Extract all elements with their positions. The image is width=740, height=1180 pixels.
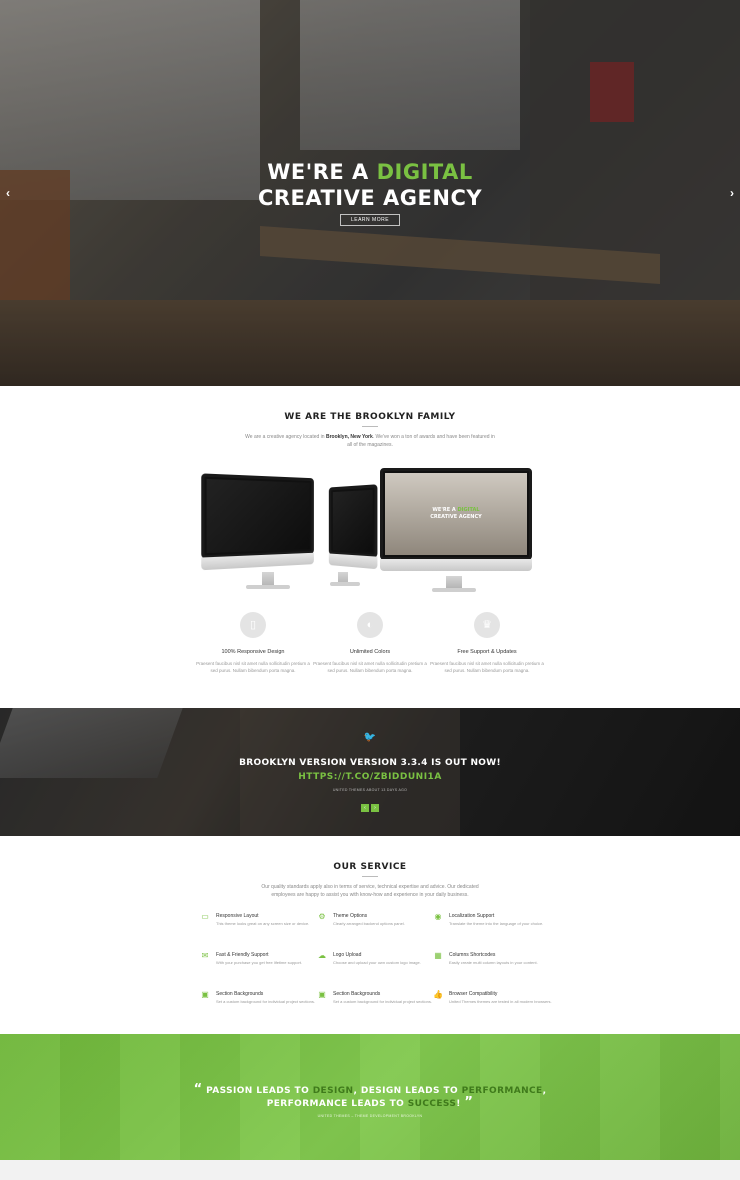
monitor-screen bbox=[332, 489, 373, 553]
quote-section: “ PASSION LEADS TO DESIGN, DESIGN LEADS … bbox=[0, 1034, 740, 1160]
tweet-link[interactable]: HTTPS://T.CO/ZBIDDUNI1A bbox=[0, 772, 740, 782]
chat-icon: ✉ bbox=[201, 951, 209, 960]
monitor-chin bbox=[328, 553, 378, 570]
service-title: OUR SERVICE bbox=[333, 862, 407, 872]
service-item-desc: Easily create multi column layouts in yo… bbox=[449, 960, 538, 965]
service-item-desc: United Themes themes are tested in all m… bbox=[449, 999, 552, 1004]
hero-title-accent: DIGITAL bbox=[376, 160, 473, 184]
twitter-section: 🐦 BROOKLYN VERSION VERSION 3.3.4 IS OUT … bbox=[0, 708, 740, 836]
monitor-left bbox=[201, 473, 314, 571]
page: WE'RE A DIGITAL CREATIVE AGENCY LEARN MO… bbox=[0, 0, 740, 1180]
globe-icon: ◉ bbox=[434, 912, 442, 921]
chevron-right-icon[interactable]: › bbox=[730, 186, 734, 200]
cloud-upload-icon: ☁ bbox=[318, 951, 326, 960]
monitor-chin bbox=[201, 552, 314, 571]
service-item-desc: Choose and upload your own custom logo i… bbox=[333, 960, 421, 965]
monitor-text-prefix: WE'RE A bbox=[432, 507, 456, 513]
footer-strip bbox=[0, 1160, 740, 1180]
service-item-desc: Set a custom background for individual p… bbox=[333, 999, 432, 1004]
monitor-text-accent: DIGITAL bbox=[457, 507, 480, 513]
quote-author: UNITED THEMES – THEME DEVELOPMENT BROOKL… bbox=[317, 1114, 423, 1118]
monitor-screen-title-line2: CREATIVE AGENCY bbox=[430, 514, 482, 520]
monitor-screen-title: WE'RE A DIGITAL bbox=[383, 507, 529, 513]
quote-close-mark: ” bbox=[464, 1095, 474, 1110]
feature-title: 100% Responsive Design bbox=[221, 649, 285, 655]
family-desc-pre: We are a creative agency located in bbox=[245, 434, 325, 440]
monitor-middle bbox=[328, 484, 378, 570]
image-icon: ▣ bbox=[201, 990, 209, 999]
service-item-title: Fast & Friendly Support bbox=[216, 952, 269, 958]
family-section: WE ARE THE BROOKLYN FAMILY We are a crea… bbox=[0, 386, 740, 708]
service-item-title: Responsive Layout bbox=[216, 913, 259, 919]
service-item-title: Logo Upload bbox=[333, 952, 362, 958]
monitor-stand-base bbox=[432, 588, 476, 592]
title-divider bbox=[362, 876, 378, 877]
color-drop-icon: ◐ bbox=[357, 612, 383, 638]
hero-title-line2: CREATIVE AGENCY bbox=[257, 186, 483, 210]
service-item-desc: Set a custom background for individual p… bbox=[216, 999, 315, 1004]
monitor-stand-base bbox=[246, 585, 290, 589]
family-description: We are a creative agency located in Broo… bbox=[245, 433, 495, 449]
service-item-title: Localization Support bbox=[449, 913, 495, 919]
title-divider bbox=[362, 426, 378, 427]
quote-highlight: SUCCESS bbox=[407, 1099, 457, 1109]
tweet-text: BROOKLYN VERSION VERSION 3.3.4 IS OUT NO… bbox=[239, 758, 501, 768]
gears-icon: ⚙ bbox=[318, 912, 326, 921]
feature-desc: Praesent faucibus nisl sit amet nulla so… bbox=[196, 661, 310, 673]
learn-more-button[interactable]: LEARN MORE bbox=[340, 214, 400, 226]
chevron-left-icon[interactable]: ‹ bbox=[6, 186, 10, 200]
tweet-meta: UNITED THEMES ABOUT 13 DAYS AGO bbox=[332, 788, 408, 792]
service-section: OUR SERVICE Our quality standards apply … bbox=[0, 836, 740, 1034]
service-item-title: Section Backgrounds bbox=[216, 991, 264, 997]
feature-title: Unlimited Colors bbox=[349, 649, 391, 655]
monitor-stand bbox=[446, 576, 462, 588]
quote-text: ! bbox=[456, 1099, 461, 1109]
tweet-next-button[interactable]: › bbox=[371, 804, 379, 812]
service-item-desc: This theme looks great on any screen siz… bbox=[216, 921, 310, 926]
service-item-title: Browser Compatibility bbox=[449, 991, 498, 997]
thumbs-up-icon: 👍 bbox=[433, 990, 443, 999]
feature-title: Free Support & Updates bbox=[457, 649, 517, 655]
grid-icon: ▦ bbox=[434, 951, 442, 960]
service-item-desc: Clearly arranged backend options panel. bbox=[333, 921, 405, 926]
hero-title-prefix: WE'RE A bbox=[267, 160, 369, 184]
image-icon: ▣ bbox=[318, 990, 326, 999]
family-desc-bold: Brooklyn, New York bbox=[325, 434, 373, 440]
tweet-prev-button[interactable]: ‹ bbox=[361, 804, 369, 812]
service-item-title: Theme Options bbox=[333, 913, 368, 919]
family-title: WE ARE THE BROOKLYN FAMILY bbox=[284, 412, 456, 422]
service-item-desc: With your purchase you get free lifetime… bbox=[216, 960, 303, 965]
monitor-screen bbox=[206, 478, 310, 554]
monitor-chin bbox=[380, 559, 532, 571]
feature-desc: Praesent faucibus nisl sit amet nulla so… bbox=[313, 661, 427, 673]
service-item-title: Section Backgrounds bbox=[333, 991, 381, 997]
quote-line2: PERFORMANCE LEADS TO SUCCESS! ” bbox=[0, 1095, 740, 1110]
monitor-stand-base bbox=[330, 582, 360, 586]
trophy-icon: ♛ bbox=[474, 612, 500, 638]
twitter-icon: 🐦 bbox=[363, 732, 377, 743]
hero-slider: WE'RE A DIGITAL CREATIVE AGENCY LEARN MO… bbox=[0, 0, 740, 386]
feature-desc: Praesent faucibus nisl sit amet nulla so… bbox=[430, 661, 544, 673]
hero-title-line1: WE'RE A DIGITAL bbox=[0, 160, 740, 184]
quote-text: PERFORMANCE LEADS TO bbox=[266, 1099, 408, 1109]
service-item-desc: Translate the theme into the language of… bbox=[449, 921, 544, 926]
service-item-title: Columns Shortcodes bbox=[449, 952, 496, 958]
tablet-icon: ▯ bbox=[240, 612, 266, 638]
monitor-icon: ▭ bbox=[201, 912, 209, 921]
monitor-right: WE'RE A DIGITAL CREATIVE AGENCY bbox=[380, 468, 532, 571]
service-description: Our quality standards apply also in term… bbox=[261, 884, 479, 898]
monitor-stand bbox=[262, 572, 274, 586]
